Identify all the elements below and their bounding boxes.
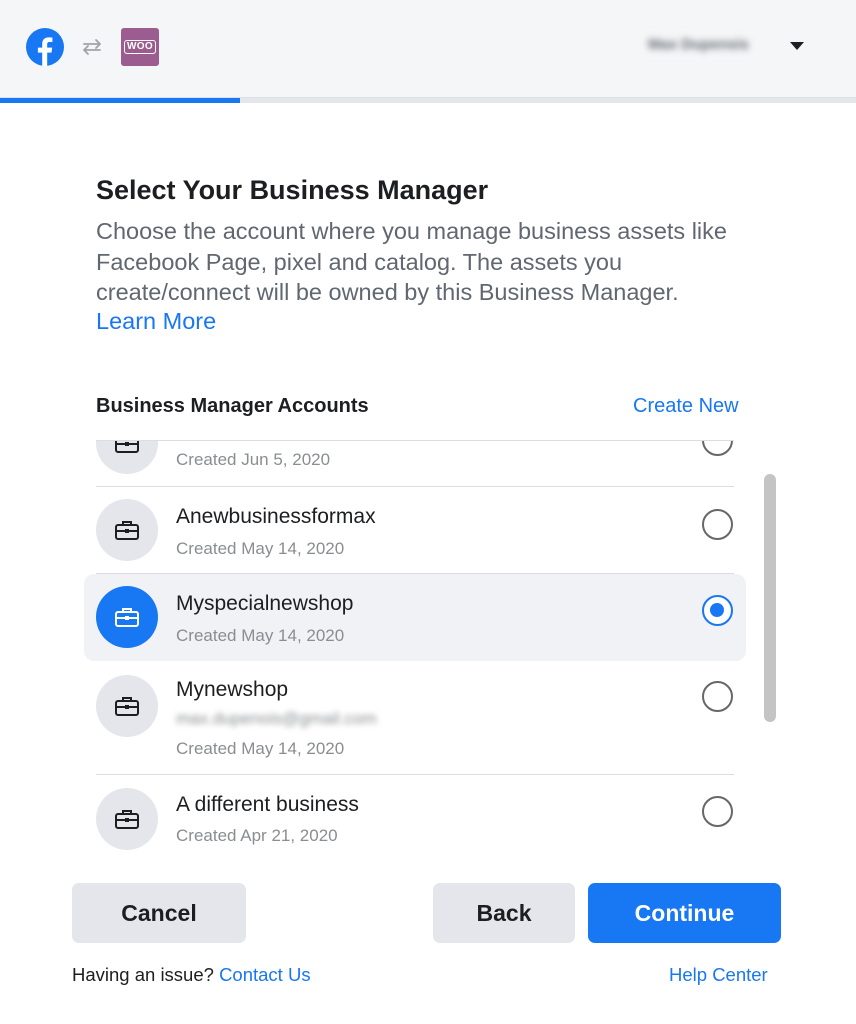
account-row[interactable]: A different business Created Apr 21, 202… [96, 775, 734, 858]
briefcase-icon [115, 608, 139, 627]
account-avatar [96, 788, 158, 850]
account-avatar [96, 675, 158, 737]
woo-logo-text: WOO [124, 40, 156, 54]
account-row-selected[interactable]: Myspecialnewshop Created May 14, 2020 [84, 574, 746, 661]
continue-button[interactable]: Continue [588, 883, 781, 943]
list-scrollbar-thumb[interactable] [764, 474, 776, 722]
back-button[interactable]: Back [433, 883, 575, 943]
top-bar: WOO Max Dupensis [0, 0, 856, 98]
account-avatar [96, 499, 158, 561]
cancel-button[interactable]: Cancel [72, 883, 246, 943]
account-name: A different business [176, 793, 359, 816]
caret-down-icon[interactable] [790, 42, 804, 50]
account-name: Anewbusinessformax [176, 505, 376, 528]
account-created-date: Created Jun 5, 2020 [176, 450, 331, 469]
briefcase-icon [115, 697, 139, 716]
footer-issue: Having an issue? Contact Us [72, 964, 311, 986]
account-row[interactable]: Anewbusinessformax Created May 14, 2020 [96, 487, 734, 574]
contact-us-link[interactable]: Contact Us [219, 964, 311, 985]
page-description: Choose the account where you manage busi… [96, 218, 727, 305]
account-radio[interactable] [702, 440, 733, 456]
woocommerce-logo: WOO [121, 28, 159, 66]
footer-issue-text: Having an issue? [72, 964, 214, 985]
section-label: Business Manager Accounts [96, 395, 369, 417]
account-radio-selected[interactable] [702, 595, 733, 626]
briefcase-icon [115, 810, 139, 829]
account-created-date: Created Apr 21, 2020 [176, 826, 338, 845]
account-radio[interactable] [702, 681, 733, 712]
page-title: Select Your Business Manager [96, 175, 489, 205]
account-email: max.dupenois@gmail.com [176, 709, 377, 728]
account-name: Myspecialnewshop [176, 592, 354, 615]
list-top-divider [96, 440, 734, 441]
account-row[interactable]: Mynewshop max.dupenois@gmail.com Created… [96, 661, 734, 775]
account-name: Mynewshop [176, 678, 289, 701]
create-new-link[interactable]: Create New [633, 395, 739, 418]
account-created-date: Created May 14, 2020 [176, 539, 345, 558]
account-avatar [96, 586, 158, 648]
account-created-date: Created May 14, 2020 [176, 626, 345, 645]
account-row[interactable]: Created Jun 5, 2020 [96, 440, 734, 487]
briefcase-icon [115, 440, 139, 453]
account-created-date: Created May 14, 2020 [176, 739, 345, 758]
progress-fill [0, 98, 240, 103]
facebook-logo-icon [26, 28, 64, 66]
help-center-link[interactable]: Help Center [669, 964, 768, 986]
account-radio[interactable] [702, 509, 733, 540]
account-avatar [96, 440, 158, 474]
account-list[interactable]: Created Jun 5, 2020 Anewbusinessformax C… [84, 440, 781, 858]
sync-arrows-icon [83, 39, 101, 55]
user-name[interactable]: Max Dupensis [648, 36, 749, 53]
learn-more-link[interactable]: Learn More [96, 308, 216, 335]
account-radio[interactable] [702, 796, 733, 827]
briefcase-icon [115, 521, 139, 540]
progress-bar [0, 98, 856, 103]
